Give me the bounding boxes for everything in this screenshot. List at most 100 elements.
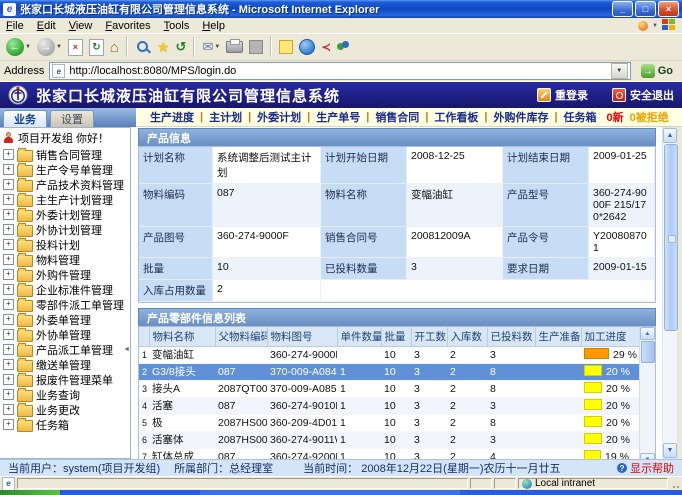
scroll-thumb[interactable]	[664, 144, 678, 331]
home-button[interactable]: ⌂	[108, 36, 121, 58]
relogin-button[interactable]: 重登录	[537, 87, 588, 103]
back-dropdown-icon[interactable]: ▼	[25, 44, 31, 50]
sidebar-item[interactable]: +外协计划管理	[0, 222, 130, 237]
expand-icon[interactable]: +	[3, 209, 14, 220]
expand-icon[interactable]: +	[3, 164, 14, 175]
maximize-button[interactable]: □	[635, 1, 656, 17]
sidebar-item[interactable]: +零部件派工单管理	[0, 297, 130, 312]
chevron-down-icon[interactable]: ▼	[652, 23, 658, 29]
favorites-button[interactable]: ★	[155, 36, 172, 58]
content-scrollbar[interactable]: ▲ ▼	[662, 127, 678, 459]
resize-grip[interactable]	[670, 479, 680, 489]
column-header[interactable]: 单件数量	[337, 327, 381, 347]
column-header[interactable]: 物料名称	[149, 327, 215, 347]
column-header[interactable]: 父物料编码	[215, 327, 267, 347]
notes-button[interactable]	[277, 36, 295, 58]
column-header[interactable]: 生产准备	[535, 327, 581, 347]
titlebar[interactable]: e 张家口长城液压油缸有限公司管理信息系统 - Microsoft Intern…	[0, 0, 682, 18]
search-button[interactable]	[133, 36, 153, 58]
go-button[interactable]: Go	[636, 64, 678, 78]
sidebar-item[interactable]: +外委计划管理	[0, 207, 130, 222]
sidebar-item[interactable]: +主生产计划管理	[0, 192, 130, 207]
forward-dropdown-icon[interactable]: ▼	[56, 44, 62, 50]
nav-item[interactable]: 外委计划	[251, 109, 307, 125]
sidebar-item[interactable]: +业务查询	[0, 387, 130, 402]
sidebar-item[interactable]: +任务箱	[0, 417, 130, 432]
parts-table-row[interactable]: 4活塞087360-274-9010F11032320 %	[139, 398, 641, 415]
taskbar-window-button[interactable]	[200, 490, 460, 495]
column-header[interactable]: 开工数	[411, 327, 447, 347]
address-dropdown-button[interactable]: ▼	[611, 63, 628, 79]
expand-icon[interactable]: +	[3, 404, 14, 415]
expand-icon[interactable]: +	[3, 254, 14, 265]
sidebar-item[interactable]: +外协单管理	[0, 327, 130, 342]
column-header[interactable]: 加工进度	[581, 327, 641, 347]
tree-root[interactable]: 项目开发组 你好！	[0, 128, 130, 147]
windows-taskbar[interactable]	[0, 490, 682, 495]
scroll-up-icon[interactable]: ▲	[640, 327, 655, 340]
nav-item[interactable]: 生产进度	[144, 109, 200, 125]
column-header[interactable]: 入库数	[447, 327, 487, 347]
mail-dropdown-icon[interactable]: ▼	[214, 44, 220, 50]
column-header[interactable]: 物料图号	[267, 327, 337, 347]
expand-icon[interactable]: +	[3, 149, 14, 160]
expand-icon[interactable]: +	[3, 269, 14, 280]
sidebar-item[interactable]: +生产令号单管理	[0, 162, 130, 177]
parts-table-row[interactable]: 1变幅油缸360-274-9000F1032329 %	[139, 347, 641, 364]
minimize-button[interactable]: _	[612, 1, 633, 17]
sidebar-item[interactable]: +业务更改	[0, 402, 130, 417]
expand-icon[interactable]: +	[3, 239, 14, 250]
sidebar-item[interactable]: +产品技术资料管理	[0, 177, 130, 192]
back-button[interactable]: ←▼	[4, 36, 33, 58]
menu-favorites[interactable]: Favorites	[105, 20, 150, 32]
sidebar-item[interactable]: +缴送单管理	[0, 357, 130, 372]
scroll-up-icon[interactable]: ▲	[663, 128, 677, 143]
edit-button[interactable]	[247, 36, 265, 58]
nav-item[interactable]: 生产单号	[310, 109, 366, 125]
messenger-button[interactable]	[297, 36, 317, 58]
forward-button[interactable]: →▼	[35, 36, 64, 58]
expand-icon[interactable]: +	[3, 359, 14, 370]
sidebar-item[interactable]: +产品派工单管理	[0, 342, 130, 357]
nav-item[interactable]: 外购件库存	[487, 109, 554, 125]
sidebar-item[interactable]: +物料管理	[0, 252, 130, 267]
column-header[interactable]: 已投料数	[487, 327, 535, 347]
sidebar-item[interactable]: +外购件管理	[0, 267, 130, 282]
nav-item[interactable]: 主计划	[203, 109, 248, 125]
history-button[interactable]: ↺	[174, 36, 189, 58]
parts-table-row[interactable]: 3接头A2087QT002370-009-A085011032820 %	[139, 381, 641, 398]
tab-settings[interactable]: 设置	[50, 110, 94, 127]
menu-edit[interactable]: Edit	[37, 20, 56, 32]
expand-icon[interactable]: +	[3, 224, 14, 235]
parts-table-row[interactable]: 2G3/8接头087370-009-A084011032820 %	[139, 364, 641, 381]
menu-file[interactable]: File	[6, 20, 24, 32]
nav-item[interactable]: 任务箱	[558, 109, 603, 125]
expand-icon[interactable]: +	[3, 344, 14, 355]
refresh-button[interactable]: ↻	[87, 36, 106, 58]
show-help-button[interactable]: ? 显示帮助	[617, 460, 674, 476]
expand-icon[interactable]: +	[3, 179, 14, 190]
sidebar-item[interactable]: +投料计划	[0, 237, 130, 252]
print-button[interactable]	[224, 36, 245, 58]
scroll-down-icon[interactable]: ▼	[663, 443, 677, 458]
address-input[interactable]: e http://localhost:8080/MPS/login.do ▼	[49, 62, 630, 80]
sidebar-item[interactable]: +企业标准件管理	[0, 282, 130, 297]
logout-button[interactable]: 安全退出	[612, 87, 674, 103]
column-header[interactable]: 批量	[381, 327, 411, 347]
close-button[interactable]: ×	[658, 1, 679, 17]
parts-vertical-scrollbar[interactable]: ▲ ▼	[639, 327, 655, 459]
expand-icon[interactable]: +	[3, 374, 14, 385]
scroll-thumb[interactable]	[641, 341, 655, 363]
sidebar-item[interactable]: +报废件管理菜单	[0, 372, 130, 387]
menu-tools[interactable]: Tools	[164, 20, 190, 32]
tab-business[interactable]: 业务	[3, 110, 47, 127]
nav-item[interactable]: 工作看板	[428, 109, 484, 125]
menu-help[interactable]: Help	[202, 20, 225, 32]
sidebar-item[interactable]: +外委单管理	[0, 312, 130, 327]
stop-button[interactable]: ×	[66, 36, 85, 58]
discuss-button[interactable]: ≺	[319, 36, 333, 58]
expand-icon[interactable]: +	[3, 194, 14, 205]
expand-icon[interactable]: +	[3, 299, 14, 310]
expand-icon[interactable]: +	[3, 419, 14, 430]
expand-icon[interactable]: +	[3, 314, 14, 325]
